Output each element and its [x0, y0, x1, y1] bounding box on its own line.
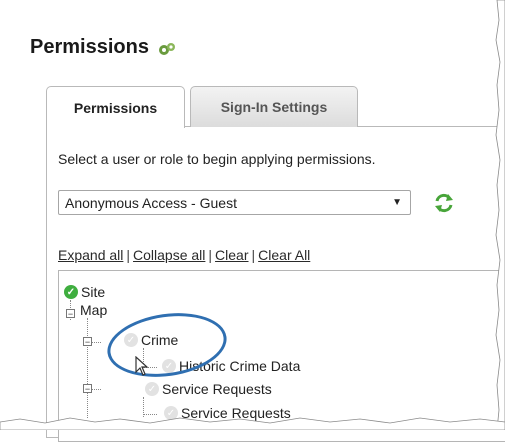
- checked-icon: ✓: [64, 285, 78, 299]
- tree-line: [92, 389, 101, 390]
- tree-node-site[interactable]: ✓ Site: [64, 284, 105, 300]
- link-separator: |: [251, 247, 256, 263]
- expand-all-link[interactable]: Expand all: [58, 247, 123, 263]
- tab-permissions[interactable]: Permissions: [46, 86, 185, 128]
- user-role-select-value: Anonymous Access - Guest: [65, 194, 237, 211]
- unchecked-icon: ✓: [145, 382, 159, 396]
- link-separator: |: [208, 247, 213, 263]
- instructions-text: Select a user or role to begin applying …: [58, 151, 376, 167]
- clear-all-link[interactable]: Clear All: [258, 247, 310, 263]
- tree-node-label: Site: [81, 284, 106, 300]
- tree-node-label: Map: [80, 302, 108, 318]
- collapse-all-link[interactable]: Collapse all: [133, 247, 205, 263]
- tree-line: [87, 318, 88, 418]
- collapse-toggle-icon[interactable]: −: [66, 309, 75, 319]
- tree-actions: Expand all | Collapse all | Clear | Clear All: [58, 247, 310, 263]
- tree-node-service-requests-group[interactable]: ✓ Service Requests: [145, 381, 272, 397]
- gears-icon: [158, 43, 175, 55]
- page-header: Permissions: [30, 36, 177, 59]
- torn-edge-right: [495, 0, 505, 430]
- tab-permissions-label: Permissions: [73, 99, 158, 116]
- tab-sign-in-settings[interactable]: Sign-In Settings: [190, 86, 358, 127]
- tab-sign-in-settings-label: Sign-In Settings: [220, 99, 328, 115]
- refresh-icon[interactable]: [433, 192, 455, 214]
- tree-node-label: Service Requests: [162, 381, 272, 397]
- permissions-page: Permissions Permissions Sign-In Settings…: [0, 0, 505, 442]
- mouse-cursor-icon: [135, 356, 149, 376]
- clear-link[interactable]: Clear: [215, 247, 248, 263]
- collapse-toggle-icon[interactable]: −: [83, 337, 92, 347]
- tree-node-map[interactable]: Map: [80, 302, 107, 318]
- tree-line: [92, 342, 101, 343]
- page-title: Permissions: [30, 36, 149, 58]
- collapse-toggle-icon[interactable]: −: [83, 384, 92, 394]
- torn-edge-bottom: [0, 417, 505, 430]
- user-role-select[interactable]: Anonymous Access - Guest ▼: [58, 190, 411, 215]
- link-separator: |: [126, 247, 131, 263]
- dropdown-arrow-icon: ▼: [392, 197, 402, 208]
